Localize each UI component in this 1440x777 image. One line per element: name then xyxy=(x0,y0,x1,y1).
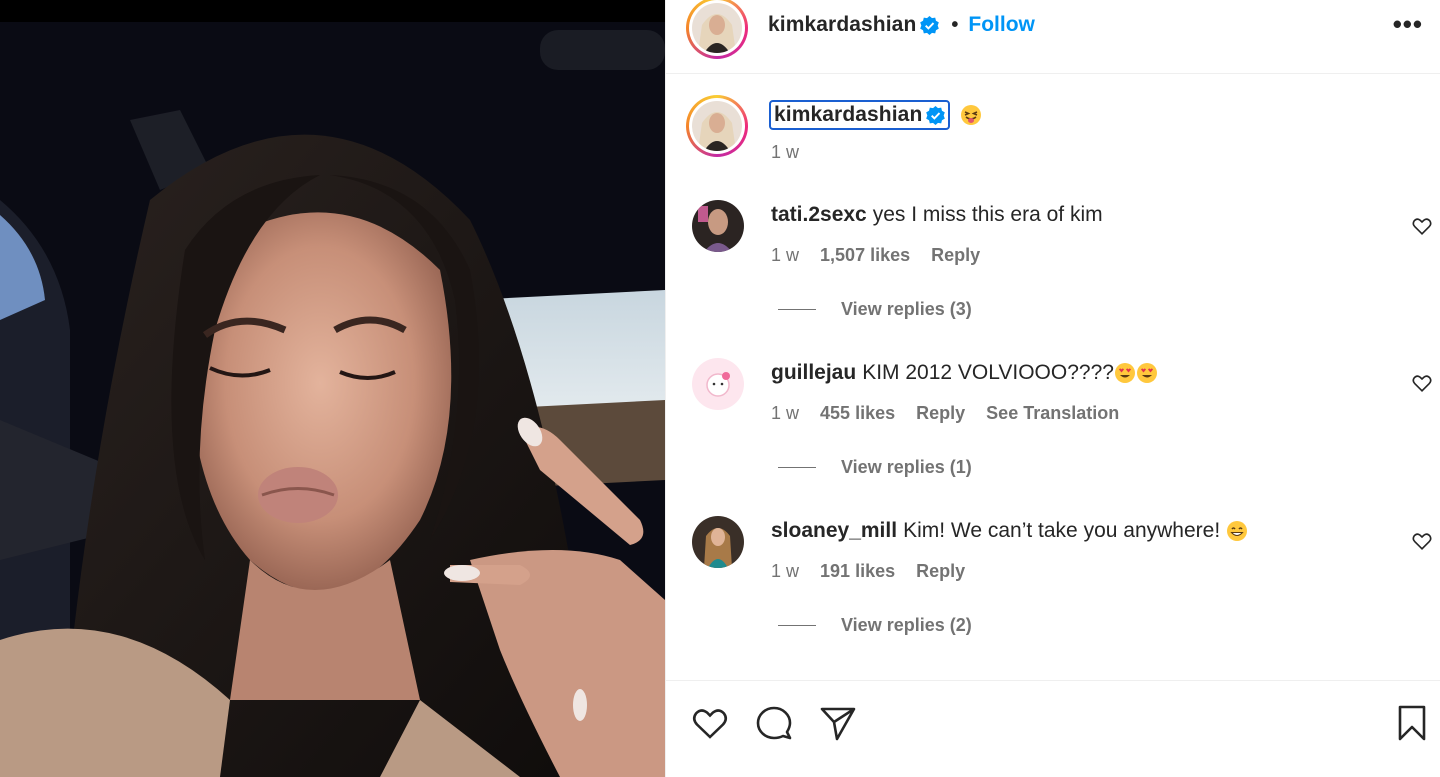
caption-avatar[interactable] xyxy=(686,95,748,157)
view-replies-button[interactable]: View replies (3) xyxy=(778,299,972,320)
view-replies-button[interactable]: View replies (2) xyxy=(778,615,972,636)
commenter-avatar[interactable] xyxy=(692,516,744,568)
heart-eyes-emoji-icon xyxy=(1114,363,1135,383)
bookmark-icon[interactable] xyxy=(1392,703,1432,743)
caption-timestamp: 1 w xyxy=(771,142,800,162)
heart-icon[interactable] xyxy=(1411,530,1433,552)
comment-time: 1 w xyxy=(771,561,800,581)
post-header: kimkardashian • Follow ••• xyxy=(666,0,1440,74)
heart-icon[interactable] xyxy=(1411,372,1433,394)
heart-icon[interactable] xyxy=(690,703,730,743)
comment-text: Kim! We can’t take you anywhere! xyxy=(903,519,1221,542)
action-bar xyxy=(666,680,1440,777)
caption-avatar-image xyxy=(692,101,742,151)
comment-text: KIM 2012 VOLVIOOO???? xyxy=(862,361,1114,384)
commenter-avatar-image xyxy=(692,200,744,252)
view-replies-label[interactable]: View replies (2) xyxy=(841,615,972,636)
replies-divider xyxy=(778,309,816,310)
more-options-icon[interactable]: ••• xyxy=(1393,11,1423,37)
commenter-avatar-image xyxy=(692,358,744,410)
view-replies-label[interactable]: View replies (1) xyxy=(841,457,972,478)
commenter-avatar-image xyxy=(692,516,744,568)
grinning-emoji-icon xyxy=(1227,521,1248,541)
post-photo xyxy=(0,0,665,777)
comment-likes[interactable]: 455 likes xyxy=(820,403,895,423)
verified-badge-icon xyxy=(926,105,946,125)
author-avatar-image xyxy=(692,3,742,53)
see-translation-button[interactable]: See Translation xyxy=(986,403,1119,423)
view-replies-button[interactable]: View replies (1) xyxy=(778,457,972,478)
winking-tongue-emoji-icon xyxy=(961,105,981,125)
view-replies-label[interactable]: View replies (3) xyxy=(841,299,972,320)
follow-button[interactable]: Follow xyxy=(968,13,1035,37)
author-username[interactable]: kimkardashian xyxy=(768,13,916,37)
reply-button[interactable]: Reply xyxy=(931,245,980,265)
post-media[interactable] xyxy=(0,0,665,777)
author-avatar[interactable] xyxy=(686,0,748,59)
caption-username-link[interactable]: kimkardashian xyxy=(769,100,951,130)
commenter-avatar[interactable] xyxy=(692,200,744,252)
commenter-avatar[interactable] xyxy=(692,358,744,410)
comment-username[interactable]: sloaney_mill xyxy=(771,519,897,543)
comment-likes[interactable]: 191 likes xyxy=(820,561,895,581)
comment-username[interactable]: guillejau xyxy=(771,361,856,385)
comment-username[interactable]: tati.2sexc xyxy=(771,203,867,227)
caption-username[interactable]: kimkardashian xyxy=(774,103,922,127)
separator-dot: • xyxy=(951,13,959,36)
verified-badge-icon xyxy=(920,15,940,35)
replies-divider xyxy=(778,467,816,468)
comment-likes[interactable]: 1,507 likes xyxy=(820,245,910,265)
reply-button[interactable]: Reply xyxy=(916,561,965,581)
reply-button[interactable]: Reply xyxy=(916,403,965,423)
post-panel: kimkardashian • Follow ••• kimkardashian xyxy=(665,0,1440,777)
heart-icon[interactable] xyxy=(1411,215,1433,237)
replies-divider xyxy=(778,625,816,626)
comment-time: 1 w xyxy=(771,403,800,423)
comment-time: 1 w xyxy=(771,245,800,265)
share-icon[interactable] xyxy=(818,703,858,743)
comment-text: yes I miss this era of kim xyxy=(872,203,1103,226)
comment-icon[interactable] xyxy=(754,703,794,743)
heart-eyes-emoji-icon xyxy=(1136,363,1157,383)
